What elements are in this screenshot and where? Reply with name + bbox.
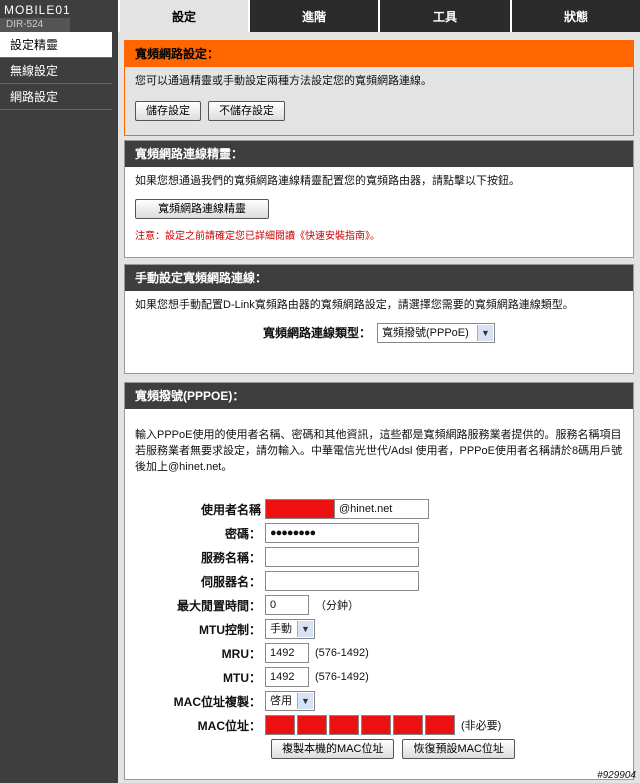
sidebar-item-wireless[interactable]: 無線設定	[0, 58, 112, 84]
connection-type-select[interactable]: 寬頻撥號(PPPoE) ▼	[377, 323, 495, 343]
pppoe-panel: 寬頻撥號(PPPOE)： 輸入PPPoE使用的使用者名稱、密碼和其他資訊，這些都…	[124, 382, 634, 780]
broadband-body: 您可以通過精靈或手動設定兩種方法設定您的寬頻網路連線。 儲存設定 不儲存設定	[125, 67, 633, 127]
mac-clone-select[interactable]: 啓用 ▼	[265, 691, 315, 711]
mac-octet-6[interactable]	[425, 715, 455, 735]
idle-unit: （分鈡）	[315, 600, 359, 612]
password-row: 密碼： ●●●●●●●●	[125, 523, 419, 543]
username-field[interactable]	[265, 499, 335, 519]
mtu-row: MTU： 1492 (576-1492)	[125, 667, 369, 687]
mru-range: (576-1492)	[315, 647, 369, 659]
model-label: DIR-524	[0, 18, 70, 32]
broadband-panel: 寬頻網路設定： 您可以通過精靈或手動設定兩種方法設定您的寬頻網路連線。 儲存設定…	[124, 40, 634, 136]
restore-mac-button[interactable]: 恢復預設MAC位址	[402, 739, 515, 759]
server-row: 伺服器名：	[125, 571, 419, 591]
main-content: 寬頻網路設定： 您可以通過精靈或手動設定兩種方法設定您的寬頻網路連線。 儲存設定…	[118, 32, 640, 783]
username-suffix: @hinet.net	[335, 499, 429, 519]
mtu-ctrl-row: MTU控制： 手動 ▼	[125, 619, 315, 639]
broadband-title: 寬頻網路設定：	[125, 41, 633, 67]
pppoe-title: 寬頻撥號(PPPOE)：	[125, 383, 633, 409]
manual-title: 手動設定寬頻網路連線：	[125, 265, 633, 291]
wizard-title: 寬頻網路連線精靈：	[125, 141, 633, 167]
tab-status[interactable]: 狀態	[510, 0, 640, 32]
sidebar-item-network[interactable]: 網路設定	[0, 84, 112, 110]
mac-octet-5[interactable]	[393, 715, 423, 735]
save-button[interactable]: 儲存設定	[135, 101, 201, 121]
username-label: 使用者名稱	[200, 502, 261, 517]
mtu-ctrl-select[interactable]: 手動 ▼	[265, 619, 315, 639]
password-field[interactable]: ●●●●●●●●	[265, 523, 419, 543]
mtu-field[interactable]: 1492	[265, 667, 309, 687]
tab-advanced[interactable]: 進階	[248, 0, 378, 32]
idle-label: 最大閒置時間：	[176, 598, 261, 613]
mac-optional: (非必要)	[461, 720, 502, 732]
username-row: 使用者名稱 @hinet.net	[125, 499, 429, 519]
mac-buttons: 複製本機的MAC位址 恢復預設MAC位址	[271, 739, 515, 759]
connection-type-value: 寬頻撥號(PPPoE)	[382, 327, 469, 339]
sidebar-item-wizard[interactable]: 設定精靈	[0, 32, 112, 58]
logo: MOBILE01	[4, 3, 71, 17]
chevron-down-icon: ▼	[297, 693, 313, 709]
nosave-button[interactable]: 不儲存設定	[208, 101, 286, 121]
idle-field[interactable]: 0	[265, 595, 309, 615]
broadband-desc: 您可以通過精靈或手動設定兩種方法設定您的寬頻網路連線。	[135, 75, 432, 87]
watermark: #929904	[597, 770, 636, 781]
password-label: 密碼：	[224, 526, 261, 541]
mru-label: MRU：	[221, 646, 261, 661]
main-tabs: 設定 進階 工具 狀態	[118, 0, 640, 32]
manual-panel: 手動設定寬頻網路連線： 如果您想手動配置D-Link寬頻路由器的寬頻網路設定，請…	[124, 264, 634, 374]
wizard-note: 注意：設定之前請確定您已詳細閱讀《快速安裝指南》。	[135, 231, 380, 242]
mac-octet-1[interactable]	[265, 715, 295, 735]
wizard-button[interactable]: 寬頻網路連線精靈	[135, 199, 269, 219]
mac-clone-row: MAC位址複製： 啓用 ▼	[125, 691, 315, 711]
pppoe-desc: 輸入PPPoE使用的使用者名稱、密碼和其他資訊，這些都是寬頻網路服務業者提供的。…	[135, 429, 623, 473]
mtu-label: MTU：	[223, 670, 261, 685]
mac-row: MAC位址： (非必要)	[125, 715, 501, 735]
mtu-range: (576-1492)	[315, 671, 369, 683]
mtu-ctrl-value: 手動	[270, 623, 292, 635]
copy-mac-button[interactable]: 複製本機的MAC位址	[271, 739, 395, 759]
mtu-ctrl-label: MTU控制：	[199, 622, 261, 637]
mac-clone-value: 啓用	[270, 695, 292, 707]
service-row: 服務名稱：	[125, 547, 419, 567]
mac-octet-3[interactable]	[329, 715, 359, 735]
manual-desc: 如果您想手動配置D-Link寬頻路由器的寬頻網路設定，請選擇您需要的寬頻網路連線…	[135, 299, 574, 311]
tab-tools[interactable]: 工具	[378, 0, 510, 32]
mac-clone-label: MAC位址複製：	[173, 694, 261, 709]
service-label: 服務名稱：	[200, 550, 261, 565]
top-bar: MOBILE01 DIR-524 設定 進階 工具 狀態	[0, 0, 640, 32]
mac-octet-4[interactable]	[361, 715, 391, 735]
sidebar: 設定精靈 無線設定 網路設定	[0, 32, 118, 783]
mac-label: MAC位址：	[197, 718, 261, 733]
mac-octet-2[interactable]	[297, 715, 327, 735]
server-label: 伺服器名：	[200, 574, 261, 589]
server-field[interactable]	[265, 571, 419, 591]
connection-type-label: 寬頻網路連線類型：	[262, 326, 371, 340]
wizard-desc: 如果您想通過我們的寬頻網路連線精靈配置您的寬頻路由器，請點擊以下按鈕。	[135, 175, 520, 187]
chevron-down-icon: ▼	[297, 621, 313, 637]
idle-row: 最大閒置時間： 0 （分鈡）	[125, 595, 359, 615]
mru-row: MRU： 1492 (576-1492)	[125, 643, 369, 663]
tab-setup[interactable]: 設定	[118, 0, 248, 32]
mru-field[interactable]: 1492	[265, 643, 309, 663]
wizard-panel: 寬頻網路連線精靈： 如果您想通過我們的寬頻網路連線精靈配置您的寬頻路由器，請點擊…	[124, 140, 634, 258]
service-field[interactable]	[265, 547, 419, 567]
chevron-down-icon: ▼	[477, 325, 493, 341]
